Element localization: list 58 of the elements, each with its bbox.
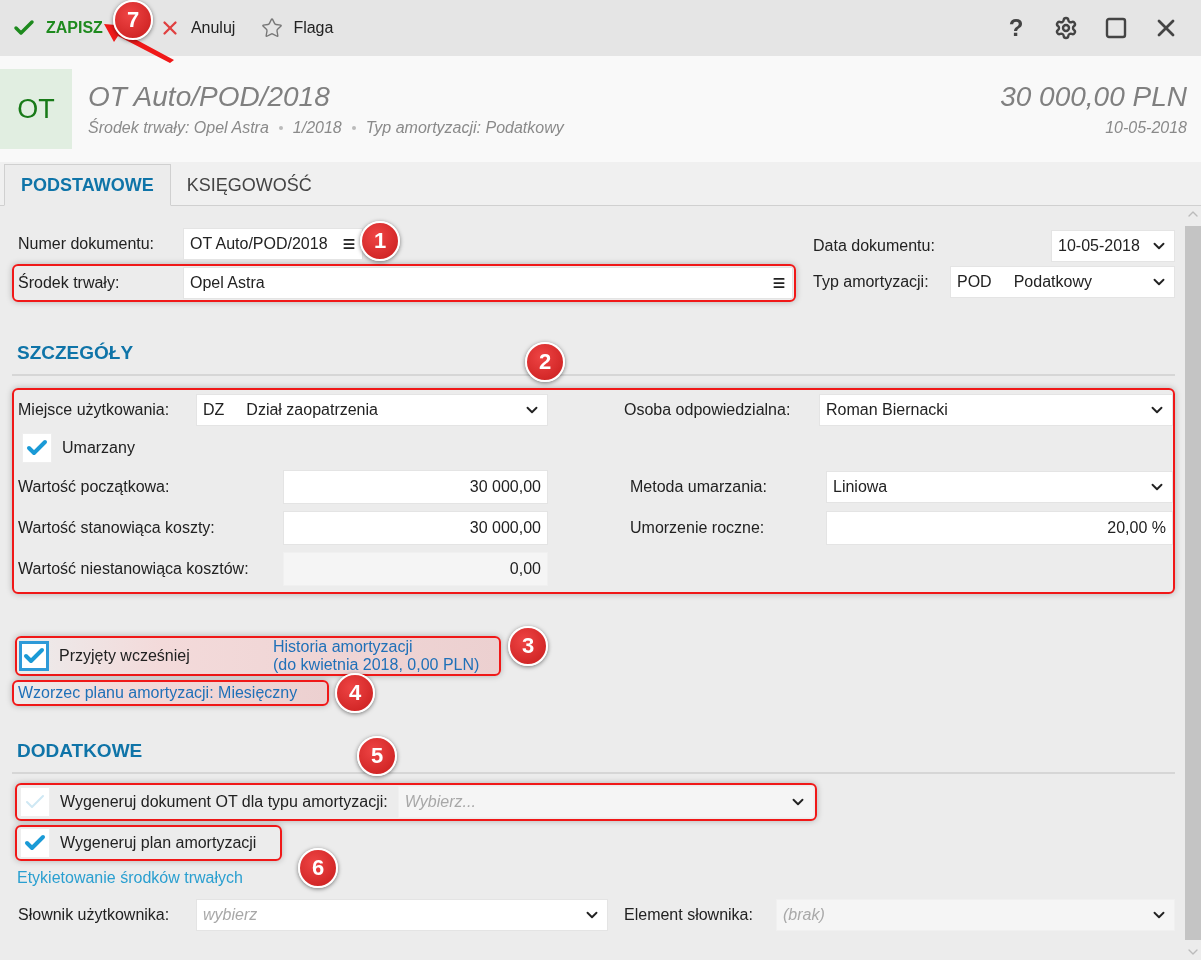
- field-label: Środek trwały:: [18, 274, 121, 292]
- history-link[interactable]: Historia amortyzacji (do kwietnia 2018, 0,00 PLN): [273, 638, 480, 674]
- checkbox-label: Wygeneruj dokument OT dla typu amortyzacji:: [60, 793, 388, 811]
- text-field[interactable]: OT Auto/POD/2018: [183, 228, 363, 260]
- checkbox-label: Umarzany: [62, 439, 135, 457]
- list-icon: [342, 237, 356, 251]
- callout-marker: 2: [525, 342, 565, 382]
- field-label: Data dokumentu:: [813, 237, 935, 255]
- document-date: 10-05-2018: [1105, 119, 1187, 137]
- square-icon: [1104, 16, 1128, 40]
- star-icon: [261, 17, 284, 39]
- number-field[interactable]: 30 000,00: [283, 511, 548, 545]
- number-field[interactable]: 20,00 %: [826, 511, 1173, 545]
- document-meta: 1/2018: [292, 119, 342, 137]
- callout-marker: 3: [508, 626, 548, 666]
- document-title: OT Auto/POD/2018: [88, 81, 331, 113]
- save-button[interactable]: ZAPISZ: [10, 12, 105, 44]
- field-label: Wartość niestanowiąca kosztów:: [18, 560, 250, 578]
- field-label: Numer dokumentu:: [18, 235, 156, 253]
- field-label: Osoba odpowiedzialna:: [624, 401, 792, 419]
- dropdown[interactable]: DZ Dział zaopatrzenia: [196, 394, 548, 426]
- document-amount: 30 000,00 PLN: [1000, 81, 1187, 113]
- field-label: Element słownika:: [624, 906, 754, 924]
- dropdown[interactable]: Liniowa: [826, 471, 1173, 503]
- field-label: Słownik użytkownika:: [18, 906, 171, 924]
- checkbox-label: Wygeneruj plan amortyzacji: [60, 834, 257, 852]
- checkbox[interactable]: [19, 641, 49, 671]
- dropdown[interactable]: Roman Biernacki: [819, 394, 1173, 426]
- date-picker[interactable]: 10-05-2018: [1051, 230, 1175, 262]
- callout-marker: 5: [357, 736, 397, 776]
- field-label: Wartość początkowa:: [18, 478, 171, 496]
- flag-button[interactable]: Flaga: [259, 13, 336, 43]
- document-type-tile: OT: [0, 69, 72, 149]
- field-label: Wartość stanowiąca koszty:: [18, 519, 216, 537]
- separator-dot: [278, 126, 283, 130]
- plan-template-link[interactable]: Wzorzec planu amortyzacji: Miesięczny: [18, 684, 298, 701]
- checkbox-label: Przyjęty wcześniej: [58, 647, 191, 665]
- field-label: Typ amortyzacji:: [813, 273, 930, 291]
- callout-marker: 6: [298, 848, 338, 888]
- number-field[interactable]: 30 000,00: [283, 470, 548, 504]
- list-icon: [772, 276, 786, 290]
- text-field[interactable]: Opel Astra: [183, 267, 793, 299]
- section-heading: DODATKOWE: [17, 740, 143, 762]
- field-label: Miejsce użytkowania:: [18, 401, 171, 419]
- field-label: Metoda umarzania:: [630, 478, 768, 496]
- callout-marker: 1: [360, 221, 400, 261]
- cancel-button[interactable]: Anuluj: [156, 13, 238, 43]
- tab[interactable]: PODSTAWOWE: [4, 164, 171, 206]
- callout-marker: 4: [335, 673, 375, 713]
- section-heading: SZCZEGÓŁY: [17, 342, 134, 364]
- settings-icon: [1054, 16, 1078, 40]
- dropdown[interactable]: POD Podatkowy: [950, 266, 1175, 298]
- document-meta: Środek trwały: Opel Astra: [88, 119, 269, 137]
- separator-dot: [351, 126, 356, 130]
- document-meta: Typ amortyzacji: Podatkowy: [365, 119, 564, 137]
- tab[interactable]: KSIĘGOWOŚĆ: [170, 164, 328, 206]
- field-label: Umorzenie roczne:: [630, 519, 766, 537]
- help-button[interactable]: ?: [991, 8, 1041, 48]
